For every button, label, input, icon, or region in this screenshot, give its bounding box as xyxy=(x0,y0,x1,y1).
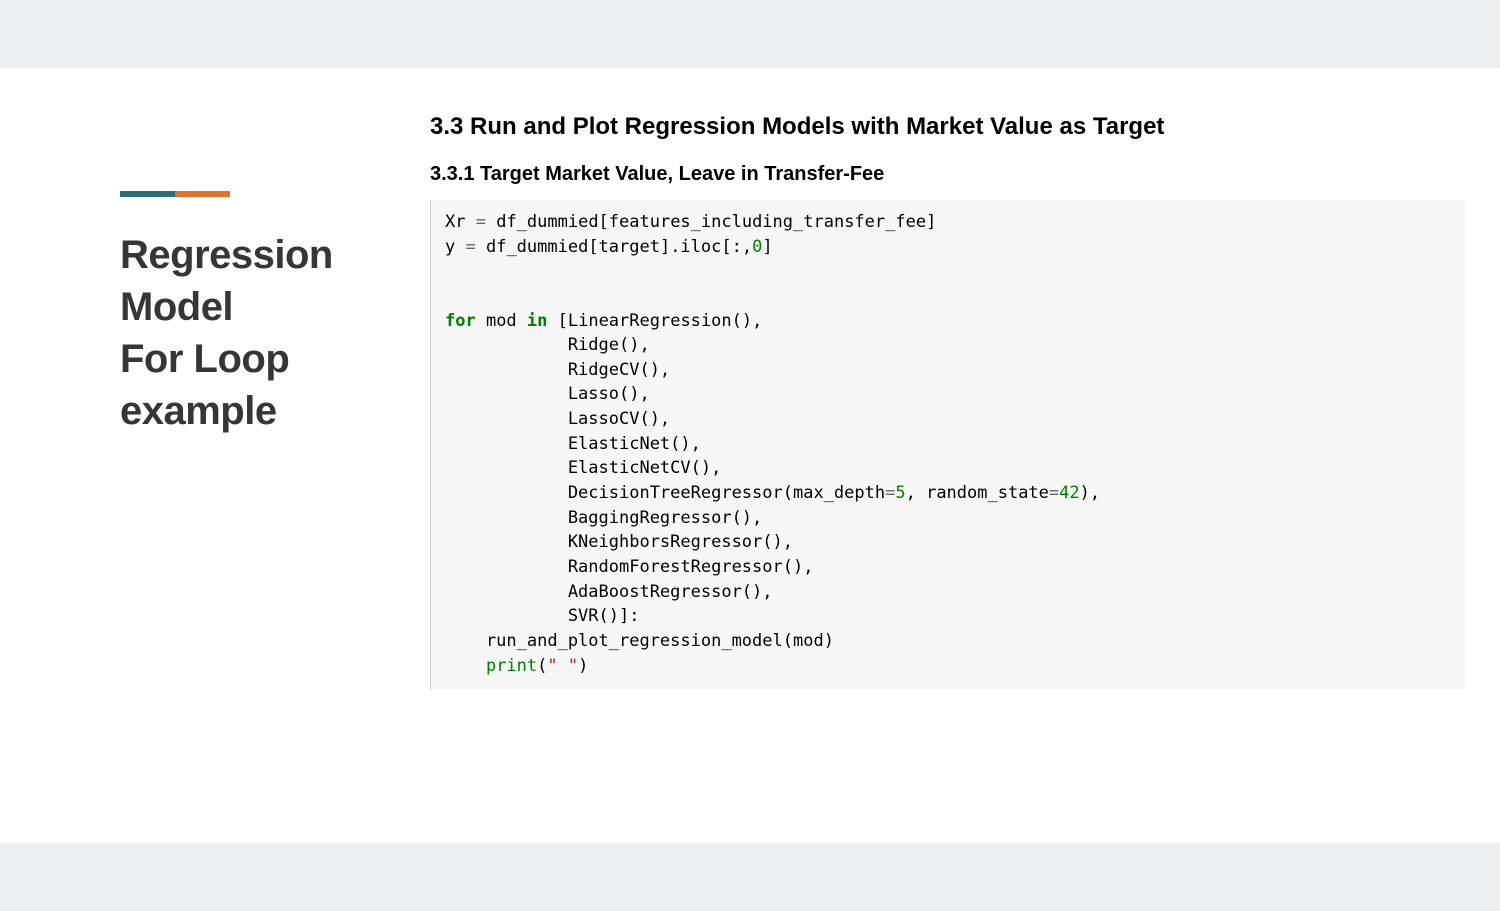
code-text: ( xyxy=(537,656,547,676)
code-text: Xr xyxy=(445,212,476,232)
code-text: run_and_plot_regression_model(mod) xyxy=(445,631,834,651)
title-accent-line xyxy=(120,191,400,197)
code-number: 0 xyxy=(752,237,762,257)
subsection-heading: 3.3.1 Target Market Value, Leave in Tran… xyxy=(430,163,1465,186)
code-keyword: for xyxy=(445,311,476,331)
code-operator: = xyxy=(476,212,486,232)
code-text: LassoCV(), xyxy=(445,409,670,429)
code-text: ) xyxy=(578,656,588,676)
code-text: Lasso(), xyxy=(445,384,650,404)
right-column: 3.3 Run and Plot Regression Models with … xyxy=(430,113,1465,690)
code-keyword: in xyxy=(527,311,547,331)
code-text: SVR()]: xyxy=(445,606,639,626)
title-line: example xyxy=(120,389,277,433)
code-number: 5 xyxy=(895,483,905,503)
code-text: ElasticNetCV(), xyxy=(445,458,721,478)
code-text: Ridge(), xyxy=(445,335,650,355)
title-line: Model xyxy=(120,285,233,329)
code-operator: = xyxy=(1049,483,1059,503)
code-text: DecisionTreeRegressor(max_depth xyxy=(445,483,885,503)
code-text: RidgeCV(), xyxy=(445,360,670,380)
code-text xyxy=(445,656,486,676)
code-builtin: print xyxy=(486,656,537,676)
code-text: [LinearRegression(), xyxy=(547,311,762,331)
title-line: For Loop xyxy=(120,337,289,381)
slide-content: Regression Model For Loop example 3.3 Ru… xyxy=(0,68,1500,690)
code-operator: = xyxy=(465,237,475,257)
code-text: ElasticNet(), xyxy=(445,434,701,454)
accent-segment-orange xyxy=(175,191,230,197)
code-text: mod xyxy=(476,311,527,331)
accent-segment-teal xyxy=(120,191,175,197)
section-heading: 3.3 Run and Plot Regression Models with … xyxy=(430,113,1465,141)
presentation-slide: Regression Model For Loop example 3.3 Ru… xyxy=(0,68,1500,843)
code-text: df_dummied[features_including_transfer_f… xyxy=(486,212,936,232)
code-text: , random_state xyxy=(906,483,1049,503)
code-block: Xr = df_dummied[features_including_trans… xyxy=(430,200,1465,690)
code-text: AdaBoostRegressor(), xyxy=(445,582,773,602)
code-string: " " xyxy=(547,656,578,676)
code-text: RandomForestRegressor(), xyxy=(445,557,813,577)
code-text: df_dummied[target].iloc[:, xyxy=(476,237,752,257)
title-line: Regression xyxy=(120,233,333,277)
code-text: ] xyxy=(762,237,772,257)
code-operator: = xyxy=(885,483,895,503)
slide-title: Regression Model For Loop example xyxy=(120,229,400,437)
code-text: BaggingRegressor(), xyxy=(445,508,762,528)
code-number: 42 xyxy=(1059,483,1079,503)
left-column: Regression Model For Loop example xyxy=(120,113,400,690)
code-text: ), xyxy=(1080,483,1100,503)
code-text: y xyxy=(445,237,465,257)
code-text: KNeighborsRegressor(), xyxy=(445,532,793,552)
